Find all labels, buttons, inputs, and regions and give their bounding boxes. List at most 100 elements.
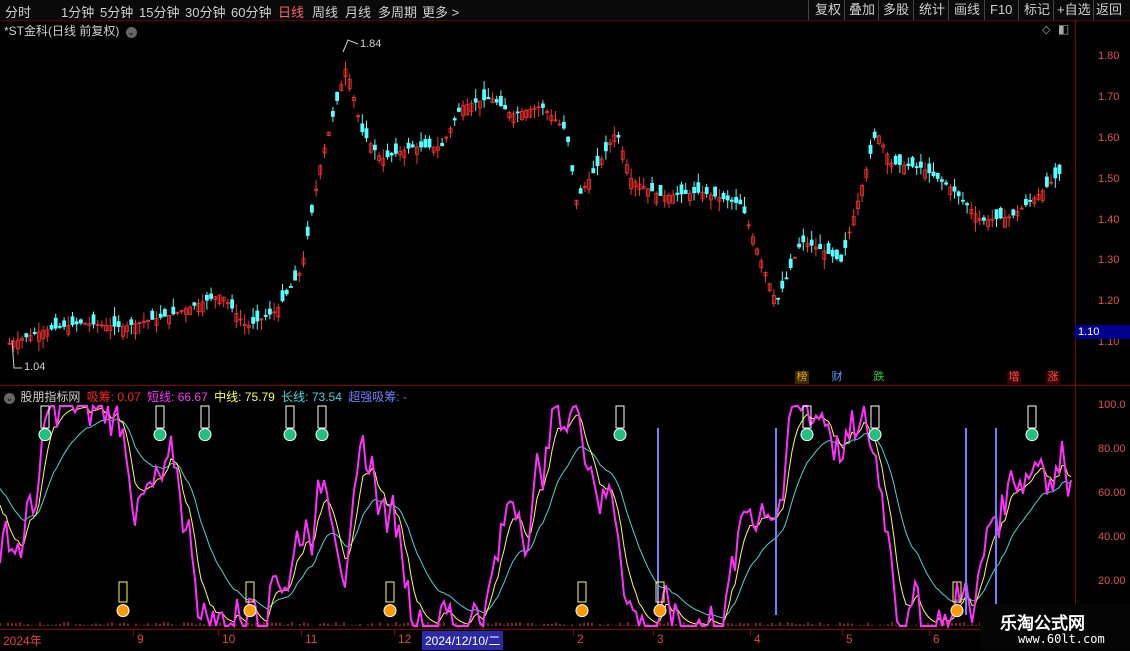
- overlay-button[interactable]: 叠加: [849, 0, 875, 20]
- candle-body: [927, 163, 932, 174]
- add-favorite-button[interactable]: +自选: [1057, 0, 1091, 20]
- candle-body: [801, 235, 806, 243]
- candle-body: [591, 168, 596, 174]
- candle-body: [192, 302, 197, 306]
- candle-body: [112, 316, 117, 327]
- date-tick: [842, 630, 843, 636]
- date-axis: 2024年 9 10 11 12 2 3 4 5 6 2024/12/10/二: [0, 629, 1130, 651]
- restore-rights-button[interactable]: 复权: [815, 0, 841, 20]
- separator: [808, 0, 809, 20]
- candle-body: [456, 107, 461, 112]
- signal-box: [577, 581, 587, 603]
- strong-accumulate-bar: [965, 428, 967, 615]
- sell-signal-icon: [38, 428, 52, 442]
- candle-body: [423, 139, 428, 148]
- sell-signal-icon: [1025, 428, 1039, 442]
- candle-body: [788, 258, 793, 268]
- buy-signal-icon: [950, 604, 964, 618]
- candle-body: [1057, 164, 1062, 174]
- candle-body: [515, 111, 520, 114]
- date-tick: [573, 630, 574, 636]
- high-price-marker: 1.84: [360, 38, 382, 50]
- candle-body: [503, 104, 508, 110]
- multi-stock-button[interactable]: 多股: [883, 0, 909, 20]
- tab-period-daily[interactable]: 日线: [278, 2, 304, 21]
- tab-period-fenshi[interactable]: 分时: [5, 2, 31, 21]
- candle-body: [956, 191, 961, 197]
- separator: [1018, 0, 1019, 20]
- indicator-name: 股朋指标网: [20, 390, 81, 404]
- candle-body: [692, 187, 696, 194]
- separator: [1093, 0, 1094, 20]
- candle-body: [267, 308, 272, 315]
- chevron-down-icon[interactable]: ⌄: [4, 393, 15, 404]
- tab-period-monthly[interactable]: 月线: [345, 2, 371, 21]
- candle-body: [263, 314, 268, 317]
- candle-body: [70, 316, 75, 326]
- chevron-right-icon: >: [448, 5, 460, 20]
- candle-body: [704, 187, 709, 194]
- tab-period-5min[interactable]: 5分钟: [100, 2, 133, 21]
- buy-signal-icon: [575, 604, 589, 618]
- indicator-header: ⌄ 股朋指标网 吸筹: 0.07 短线: 66.67 中线: 75.79 长线:…: [4, 388, 407, 405]
- candle-body: [330, 111, 335, 117]
- candle-body: [696, 182, 701, 193]
- indicator-value-mid: 中线: 75.79: [214, 390, 275, 404]
- candle-body: [419, 141, 424, 148]
- candle-body: [364, 128, 369, 139]
- f10-button[interactable]: F10: [990, 0, 1012, 20]
- candle-body: [835, 249, 839, 260]
- tab-period-1min[interactable]: 1分钟: [61, 2, 94, 21]
- sell-signal-icon: [198, 428, 212, 442]
- separator: [844, 0, 845, 20]
- date-label: 11: [305, 632, 318, 646]
- candle-body: [49, 325, 54, 330]
- draw-line-button[interactable]: 画线: [954, 0, 980, 20]
- candle-body: [797, 243, 801, 248]
- candle-body: [683, 189, 688, 194]
- tab-period-30min[interactable]: 30分钟: [185, 2, 225, 21]
- sell-signal-icon: [868, 428, 882, 442]
- candle-body: [730, 199, 734, 202]
- date-label: 9: [137, 632, 144, 646]
- price-tick: 1.70: [1098, 91, 1120, 103]
- candle-body: [604, 142, 608, 152]
- candle-body: [255, 310, 260, 322]
- candle-body: [994, 209, 999, 219]
- indicator-value-accumulate: 吸筹: 0.07: [86, 390, 141, 404]
- candle-body: [839, 254, 843, 262]
- tab-period-multi[interactable]: 多周期: [378, 2, 417, 21]
- candle-body: [595, 155, 600, 167]
- buy-signal-icon: [383, 604, 397, 618]
- candle-body: [818, 244, 822, 250]
- tab-period-more[interactable]: 更多 >: [422, 2, 459, 21]
- tab-period-60min[interactable]: 60分钟: [231, 2, 271, 21]
- candle-body: [372, 144, 377, 151]
- price-tick: 1.40: [1098, 214, 1120, 226]
- mark-button[interactable]: 标记: [1024, 0, 1050, 20]
- candle-body: [280, 290, 285, 302]
- sell-signal-icon: [153, 428, 167, 442]
- candle-body: [952, 186, 957, 192]
- signal-box: [1027, 405, 1037, 429]
- back-button[interactable]: 返回: [1096, 0, 1122, 20]
- candle-body: [784, 277, 789, 280]
- candle-body: [776, 297, 780, 300]
- candlestick-chart[interactable]: [0, 20, 1075, 385]
- candle-body: [309, 205, 314, 213]
- candle-body: [931, 171, 936, 177]
- candle-body: [944, 182, 948, 185]
- candle-body: [940, 179, 944, 182]
- cursor-date-label: 2024/12/10/二: [422, 631, 504, 650]
- statistics-button[interactable]: 统计: [919, 0, 945, 20]
- candle-body: [734, 197, 738, 203]
- candle-body: [498, 96, 503, 106]
- tab-period-weekly[interactable]: 周线: [312, 2, 338, 21]
- signal-box: [155, 405, 165, 429]
- tab-period-15min[interactable]: 15分钟: [139, 2, 179, 21]
- indicator-chart[interactable]: [0, 386, 1075, 629]
- date-tick: [218, 630, 219, 636]
- candle-body: [53, 317, 58, 329]
- signal-box: [615, 405, 625, 429]
- buy-signal-icon: [116, 604, 130, 618]
